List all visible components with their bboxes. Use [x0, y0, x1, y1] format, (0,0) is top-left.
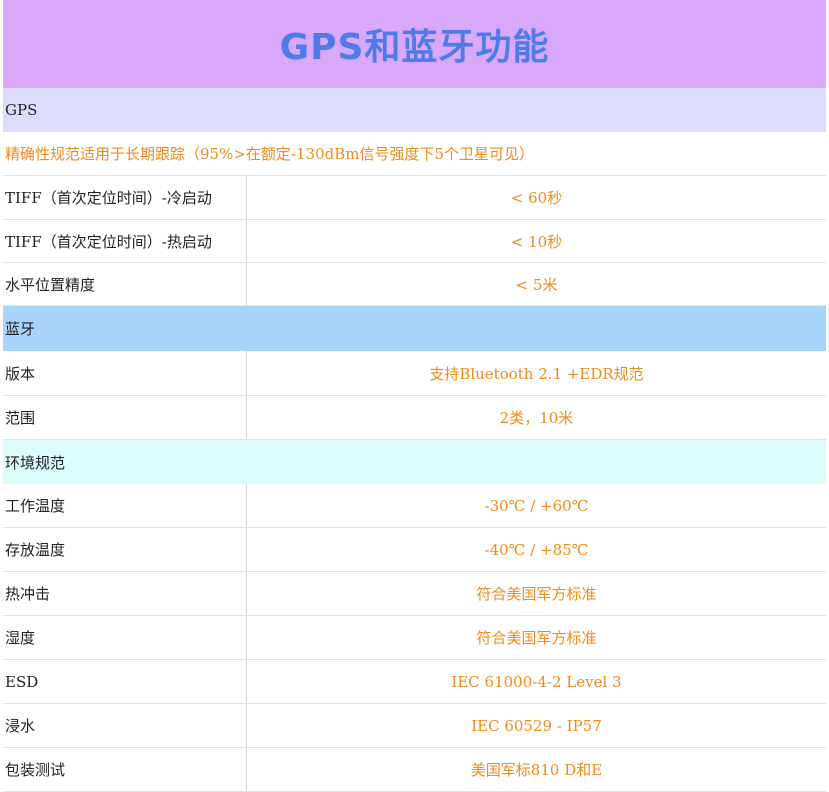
row-label: ESD: [3, 660, 247, 703]
row-label: 水平位置精度: [3, 263, 247, 305]
row-label: 湿度: [3, 616, 247, 659]
row-value: -40℃ / +85℃: [484, 540, 589, 559]
row-value: IEC 60529 - IP57: [471, 716, 602, 735]
row-value: -30℃ / +60℃: [484, 496, 589, 515]
table-row: 水平位置精度 < 5米: [3, 263, 826, 306]
row-label: 范围: [3, 396, 247, 439]
section-header-environment: 环境规范: [3, 440, 826, 484]
section-header-bluetooth: 蓝牙: [3, 306, 826, 351]
table-row: TIFF（首次定位时间）-热启动 < 10秒: [3, 220, 826, 263]
table-row: ESD IEC 61000-4-2 Level 3: [3, 660, 826, 704]
row-value: 2类，10米: [499, 409, 574, 427]
row-value: IEC 61000-4-2 Level 3: [451, 672, 622, 691]
table-row: TIFF（首次定位时间）-冷启动 < 60秒: [3, 176, 826, 220]
table-row: 包装测试 美国军标810 D和E: [3, 748, 826, 792]
row-value: 符合美国军方标准: [476, 585, 597, 603]
row-label: 包装测试: [3, 748, 247, 791]
table-row: 工作温度 -30℃ / +60℃: [3, 484, 826, 528]
row-value: 符合美国军方标准: [476, 629, 597, 647]
gps-accuracy-note: 精确性规范适用于长期跟踪（95%>在额定-130dBm信号强度下5个卫星可见）: [3, 132, 826, 176]
table-row: 存放温度 -40℃ / +85℃: [3, 528, 826, 572]
page-title: GPS和蓝牙功能: [3, 0, 826, 88]
row-value: < 5米: [515, 275, 558, 294]
row-label: 浸水: [3, 704, 247, 747]
table-row: 热冲击 符合美国军方标准: [3, 572, 826, 616]
table-row: 湿度 符合美国军方标准: [3, 616, 826, 660]
spec-table: GPS和蓝牙功能 GPS 精确性规范适用于长期跟踪（95%>在额定-130dBm…: [3, 0, 826, 792]
row-label: 存放温度: [3, 528, 247, 571]
row-label: 版本: [3, 351, 247, 395]
row-value: 美国军标810 D和E: [470, 761, 603, 779]
row-label: TIFF（首次定位时间）-热启动: [3, 220, 247, 262]
table-row: 浸水 IEC 60529 - IP57: [3, 704, 826, 748]
row-label: 工作温度: [3, 484, 247, 527]
row-value: < 10秒: [510, 232, 563, 251]
row-value: < 60秒: [510, 189, 563, 207]
row-value: 支持Bluetooth 2.1 +EDR规范: [429, 364, 644, 383]
section-header-gps: GPS: [3, 88, 826, 132]
row-label: 热冲击: [3, 572, 247, 615]
table-row: 范围 2类，10米: [3, 396, 826, 440]
table-row: 版本 支持Bluetooth 2.1 +EDR规范: [3, 351, 826, 396]
row-label: TIFF（首次定位时间）-冷启动: [3, 176, 247, 219]
